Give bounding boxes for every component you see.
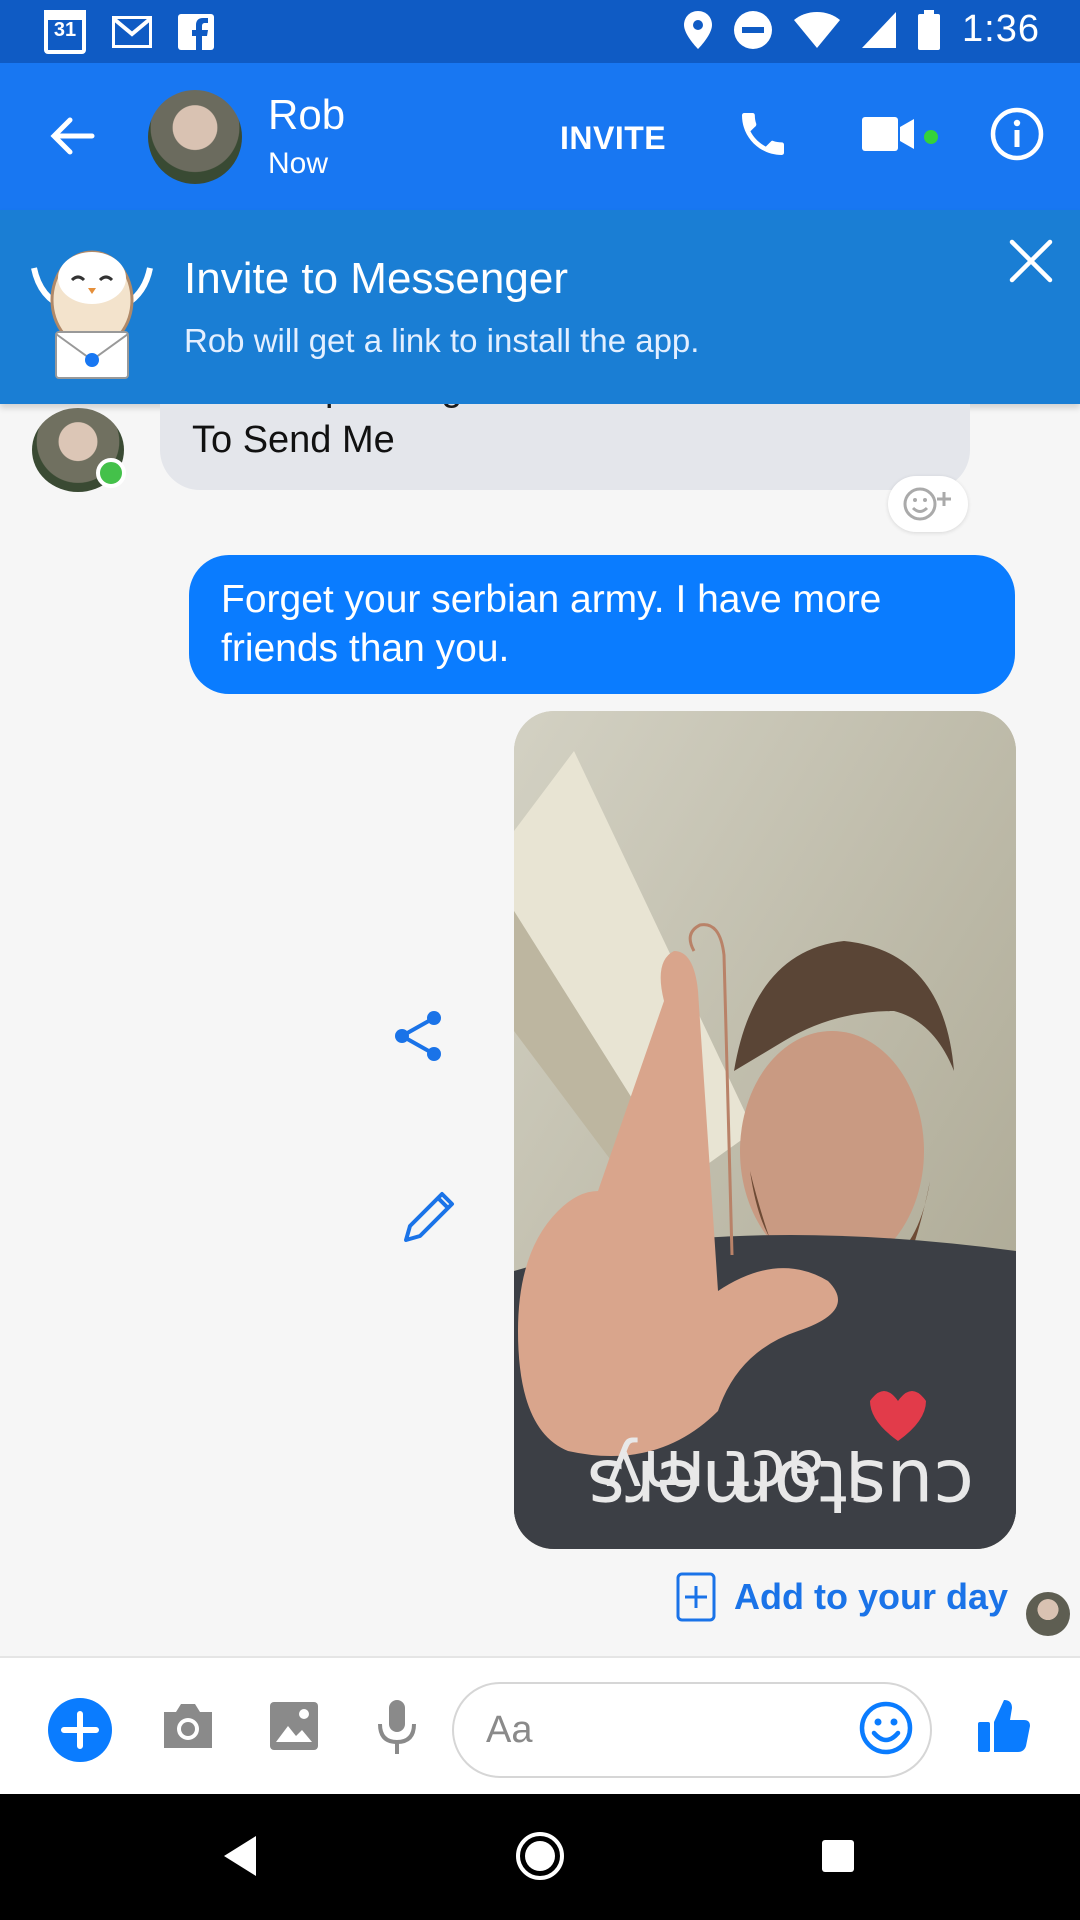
image-icon xyxy=(270,1702,318,1750)
outgoing-message[interactable]: Forget your serbian army. I have more fr… xyxy=(189,555,1015,694)
nav-back-icon xyxy=(224,1836,256,1876)
video-call-button[interactable] xyxy=(862,115,916,158)
banner-title: Invite to Messenger xyxy=(184,254,568,303)
contact-name[interactable]: Rob xyxy=(268,91,345,139)
status-bar: 31 1:36 xyxy=(0,0,1080,63)
signal-icon xyxy=(862,11,897,48)
add-reaction-button[interactable] xyxy=(888,476,968,532)
more-options-button[interactable] xyxy=(48,1698,112,1762)
call-button[interactable] xyxy=(735,106,791,167)
photo-attachment[interactable]: I act my customers xyxy=(514,711,1016,1549)
gallery-button[interactable] xyxy=(268,1700,320,1757)
invite-banner[interactable]: Invite to Messenger Rob will get a link … xyxy=(0,210,1080,404)
nav-home-icon xyxy=(516,1832,564,1880)
video-icon xyxy=(862,117,914,151)
add-story-icon xyxy=(676,1572,716,1622)
contact-avatar[interactable] xyxy=(148,90,242,184)
wifi-icon xyxy=(794,11,841,48)
add-reaction-icon xyxy=(903,487,951,521)
back-button[interactable] xyxy=(44,108,100,164)
close-icon xyxy=(1009,239,1053,283)
calendar-day: 31 xyxy=(53,19,77,41)
back-arrow-icon xyxy=(50,117,95,155)
calendar-icon: 31 xyxy=(44,10,86,54)
conversation-header: Rob Now INVITE xyxy=(0,63,1080,210)
edit-button[interactable] xyxy=(400,1188,458,1251)
close-banner-button[interactable] xyxy=(1008,238,1054,289)
owl-mascot-icon xyxy=(26,238,158,386)
pencil-icon xyxy=(404,1192,454,1242)
camera-icon xyxy=(164,1704,212,1748)
dnd-icon xyxy=(734,10,773,49)
info-button[interactable] xyxy=(990,107,1044,166)
incoming-message[interactable]: Show Up 5 Finger In The Picture U Want T… xyxy=(160,404,970,490)
like-button[interactable] xyxy=(976,1696,1032,1761)
contact-status: Now xyxy=(268,147,329,180)
microphone-icon xyxy=(378,1700,416,1754)
battery-icon xyxy=(918,9,941,50)
info-icon xyxy=(990,107,1044,161)
composer-bar: Aa xyxy=(0,1656,1080,1794)
share-button[interactable] xyxy=(392,1008,446,1069)
add-to-day-button[interactable]: Add to your day xyxy=(676,1572,1008,1622)
nav-home-button[interactable] xyxy=(514,1830,566,1887)
system-nav-bar xyxy=(0,1794,1080,1920)
camera-button[interactable] xyxy=(160,1700,216,1755)
emoji-icon xyxy=(859,1701,913,1755)
phone-icon xyxy=(742,113,784,155)
nav-recents-button[interactable] xyxy=(822,1840,854,1872)
incoming-message-cut-text: Show Up 5 Finger In The Picture U Want xyxy=(192,404,878,412)
status-time: 1:36 xyxy=(962,8,1040,50)
shirt-text-line2: customers xyxy=(587,1443,974,1529)
message-list[interactable]: Show Up 5 Finger In The Picture U Want T… xyxy=(0,404,1080,1656)
share-icon xyxy=(395,1011,441,1061)
add-to-day-label: Add to your day xyxy=(734,1576,1009,1617)
invite-button[interactable]: INVITE xyxy=(560,120,666,157)
thumbs-up-icon xyxy=(978,1700,1030,1752)
gmail-icon xyxy=(112,16,152,48)
seen-receipt-avatar xyxy=(1026,1592,1070,1636)
facebook-icon xyxy=(178,14,214,50)
voice-button[interactable] xyxy=(374,1698,420,1761)
nav-back-button[interactable] xyxy=(222,1834,258,1883)
location-icon xyxy=(684,10,713,49)
active-indicator xyxy=(924,130,938,144)
banner-subtitle: Rob will get a link to install the app. xyxy=(184,322,700,359)
incoming-message-text: To Send Me xyxy=(192,419,395,461)
online-indicator xyxy=(96,458,126,488)
emoji-button[interactable] xyxy=(858,1700,914,1761)
plus-icon xyxy=(61,1711,99,1749)
